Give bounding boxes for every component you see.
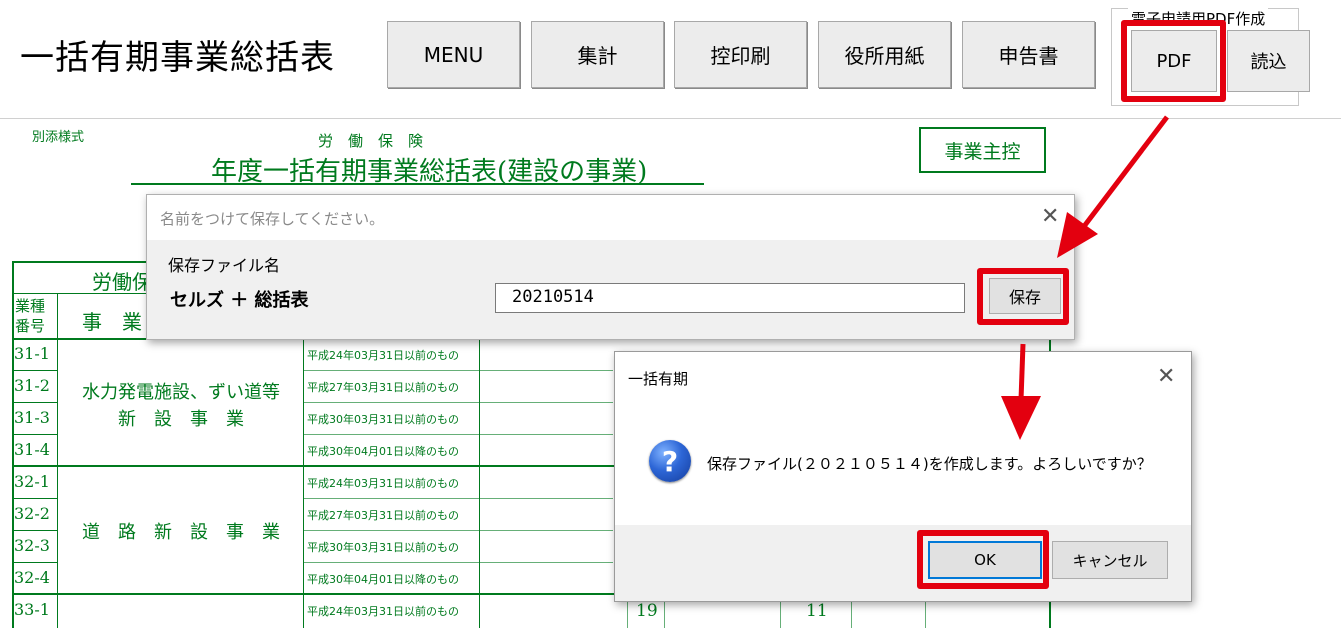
annotation-arrows: [1001, 115, 1169, 440]
arrow-to-save-line: [1080, 115, 1169, 231]
arrow-to-ok-line: [1018, 343, 1026, 401]
arrow-to-ok-head: [1001, 396, 1041, 440]
